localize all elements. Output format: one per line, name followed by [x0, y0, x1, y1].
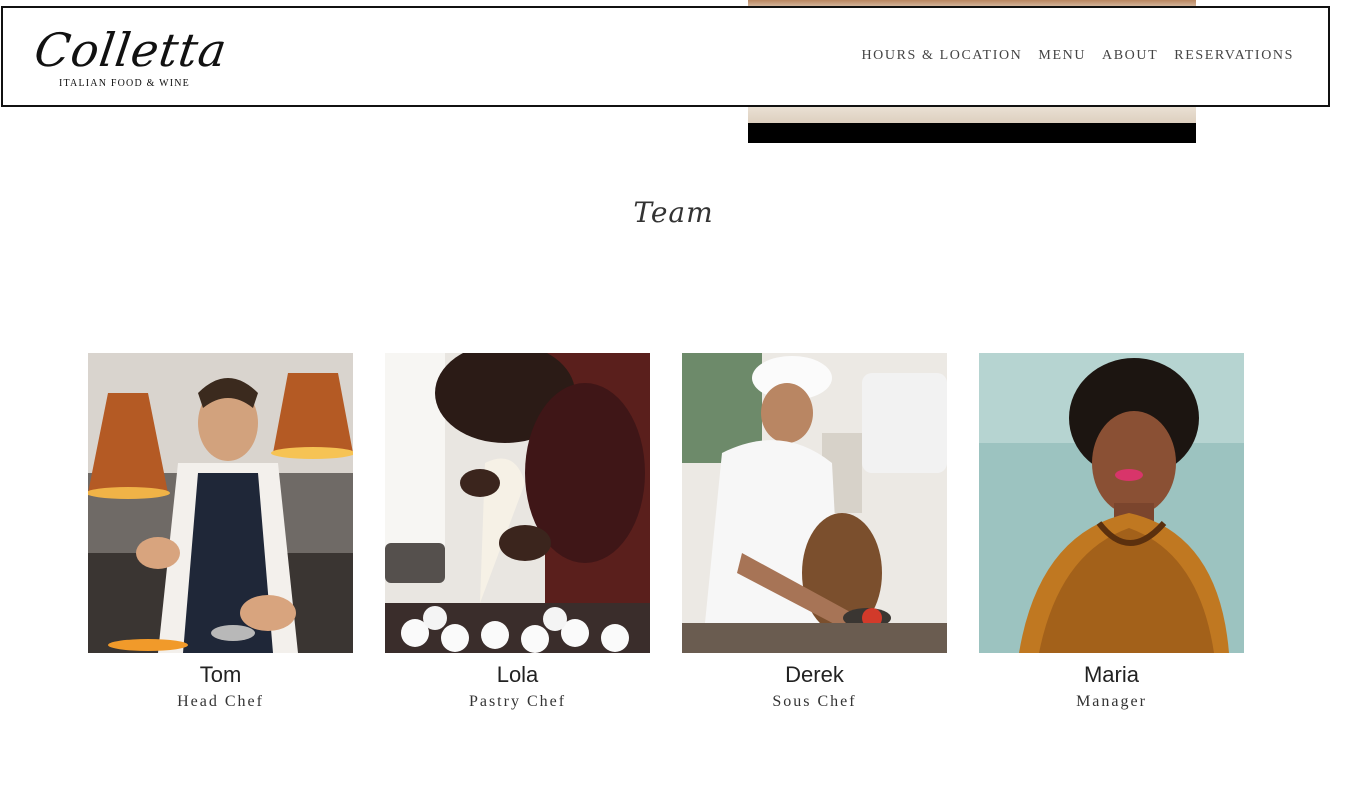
member-photo-chef-cutting-tomato	[682, 353, 947, 653]
logo-link[interactable]: Colletta ITALIAN FOOD & WINE	[31, 22, 231, 92]
member-name: Lola	[496, 662, 539, 687]
member-name: Tom	[199, 662, 242, 687]
main-nav: HOURS & LOCATION MENU ABOUT RESERVATIONS	[861, 48, 1294, 64]
member-name: Maria	[1083, 662, 1139, 687]
site-header: Colletta ITALIAN FOOD & WINE HOURS & LOC…	[1, 6, 1330, 107]
page: Colletta ITALIAN FOOD & WINE HOURS & LOC…	[0, 0, 1347, 802]
team-member-card: Tom Head Chef	[88, 353, 353, 711]
member-photo-chef-under-heat-lamps	[88, 353, 353, 653]
member-role: Sous Chef	[772, 693, 857, 710]
nav-menu[interactable]: MENU	[1038, 48, 1086, 64]
member-name: Derek	[785, 662, 844, 687]
member-photo-manager-portrait	[979, 353, 1244, 653]
team-heading: Team	[633, 196, 714, 229]
member-role: Manager	[1076, 693, 1147, 710]
team-member-card: Lola Pastry Chef	[385, 353, 650, 711]
nav-reservations[interactable]: RESERVATIONS	[1174, 48, 1294, 64]
logo-tagline: ITALIAN FOOD & WINE	[59, 78, 190, 89]
logo-wordmark: Colletta	[31, 23, 231, 77]
member-photo-pastry-piping	[385, 353, 650, 653]
team-members: Tom Head Chef Lola Pastry Chef Derek Sou…	[88, 353, 1244, 711]
team-member-card: Maria Manager	[979, 353, 1244, 711]
photo-bottom-strip	[748, 123, 1196, 143]
nav-about[interactable]: ABOUT	[1102, 48, 1158, 64]
member-role: Pastry Chef	[468, 693, 567, 710]
team-member-card: Derek Sous Chef	[682, 353, 947, 711]
member-role: Head Chef	[177, 693, 264, 710]
nav-hours-location[interactable]: HOURS & LOCATION	[861, 48, 1022, 64]
